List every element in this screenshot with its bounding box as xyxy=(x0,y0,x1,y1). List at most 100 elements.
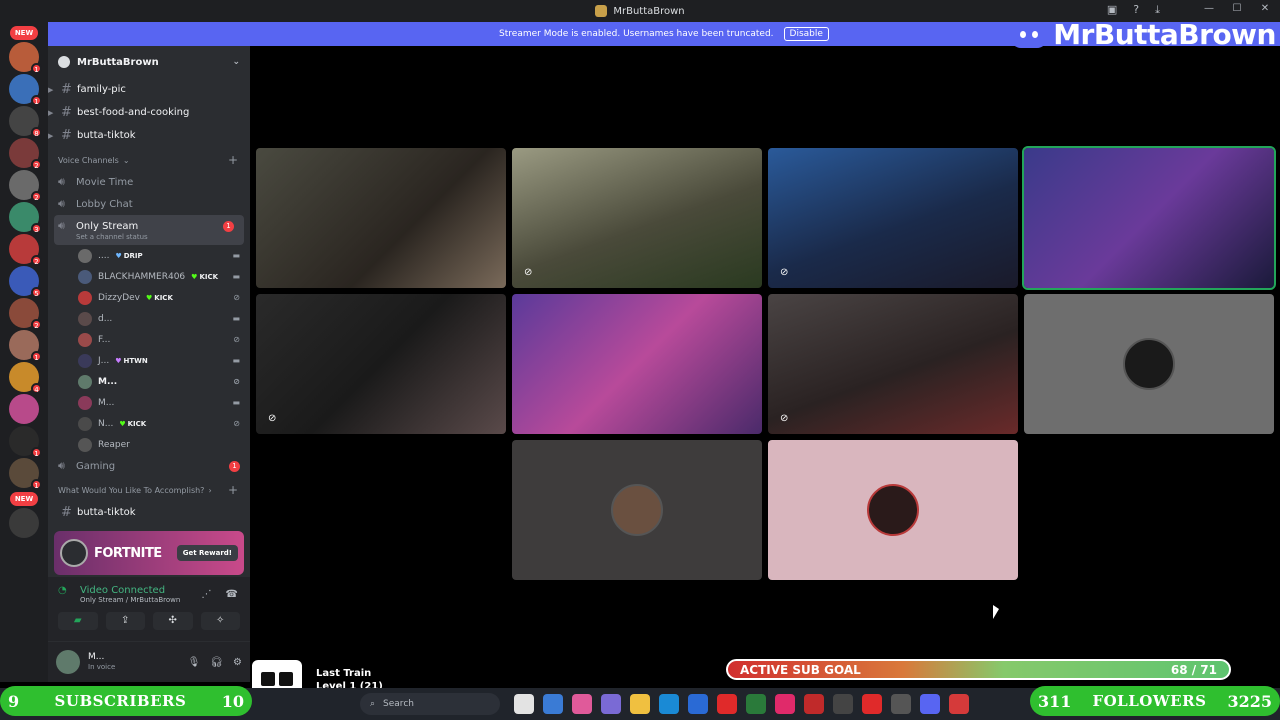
taskbar-app-icon[interactable] xyxy=(775,694,795,714)
camera-icon: ▬ xyxy=(232,272,240,281)
mention-badge: 1 xyxy=(223,220,234,232)
server-icon[interactable]: 4 xyxy=(9,362,42,394)
voice-user[interactable]: BLACKHAMMER406 ♥ KICK ▬ xyxy=(48,266,250,287)
video-tile[interactable]: ⊘ xyxy=(256,294,506,434)
guild-header[interactable]: MrButtaBrown ⌄ xyxy=(48,46,250,78)
download-icon[interactable]: ⤓ xyxy=(1155,3,1160,17)
video-tile[interactable]: ⊘ xyxy=(768,294,1018,434)
maximize-icon[interactable]: ☐ xyxy=(1230,3,1244,14)
disconnect-icon[interactable]: ☎︎ xyxy=(226,589,238,600)
video-tile[interactable] xyxy=(1022,146,1276,290)
taskbar-app-icon[interactable] xyxy=(630,694,650,714)
promo-title: FORTNITE xyxy=(94,545,162,561)
video-tile[interactable]: ⊘ xyxy=(768,148,1018,288)
video-tile[interactable] xyxy=(512,440,762,580)
channel-best-food-and-cooking[interactable]: ▶ # best-food-and-cooking xyxy=(48,101,250,124)
taskbar-app-icon[interactable] xyxy=(543,694,563,714)
voice-user[interactable]: d... ▬ xyxy=(48,308,250,329)
noise-suppression-icon[interactable]: ⋰ xyxy=(202,589,212,600)
camera-icon: ▬ xyxy=(232,398,240,407)
chevron-down-icon: ⌄ xyxy=(122,155,130,165)
taskbar-app-icon[interactable] xyxy=(804,694,824,714)
user-status-icons: ⊘ xyxy=(233,293,240,302)
voice-user[interactable]: M... ⊘ xyxy=(48,371,250,392)
avatar xyxy=(78,269,92,284)
signal-icon[interactable]: ◔ xyxy=(58,585,72,596)
server-icon[interactable] xyxy=(9,394,39,424)
server-icon[interactable]: 2 xyxy=(9,170,42,202)
voice-channel[interactable]: 🔊︎ Lobby Chat xyxy=(48,193,250,215)
server-icon[interactable]: 8 xyxy=(9,106,42,138)
taskbar-app-icon[interactable] xyxy=(920,694,940,714)
server-icon[interactable]: 2 xyxy=(9,138,42,170)
inbox-icon[interactable]: ▣ xyxy=(1107,3,1117,17)
taskbar-app-icon[interactable] xyxy=(891,694,911,714)
taskbar-app-icon[interactable] xyxy=(688,694,708,714)
server-icon[interactable]: 2 xyxy=(9,298,42,330)
video-tile[interactable] xyxy=(512,294,762,434)
user-status-icons: ⊘ xyxy=(233,419,240,428)
video-tile[interactable]: ⊘ xyxy=(512,148,762,288)
taskbar-app-icon[interactable] xyxy=(601,694,621,714)
headphones-icon[interactable]: 🎧︎ xyxy=(210,657,223,668)
avatar[interactable] xyxy=(56,650,80,674)
server-icon[interactable]: 1 xyxy=(9,458,42,490)
activities-button[interactable]: ✣ xyxy=(153,612,193,630)
voice-channel-only-stream[interactable]: 🔊︎ Only Stream 1 Set a channel status xyxy=(54,215,244,245)
server-icon[interactable] xyxy=(9,508,39,538)
server-icon[interactable]: 1 xyxy=(9,330,42,362)
camera-button[interactable]: ▰ xyxy=(58,612,98,630)
video-tile[interactable] xyxy=(1024,294,1274,434)
disable-streamer-mode-button[interactable]: Disable xyxy=(783,27,829,41)
taskbar-app-icon[interactable] xyxy=(862,694,882,714)
taskbar-search[interactable]: ⌕ Search xyxy=(360,693,500,715)
minimize-icon[interactable]: — xyxy=(1202,3,1216,14)
user-name[interactable]: M... xyxy=(88,652,104,662)
taskbar-app-icon[interactable] xyxy=(717,694,737,714)
voice-user[interactable]: N... ♥ KICK ⊘ xyxy=(48,413,250,434)
channel-butta-tiktok[interactable]: ▶ # butta-tiktok xyxy=(48,124,250,147)
voice-category[interactable]: Voice Channels ⌄ + xyxy=(48,149,250,171)
voice-channel-gaming[interactable]: 🔊︎ Gaming 1 xyxy=(48,455,250,477)
video-tile[interactable] xyxy=(256,148,506,288)
taskbar-app-icon[interactable] xyxy=(514,694,534,714)
server-icon[interactable]: 5 xyxy=(9,266,42,298)
taskbar-app-icon[interactable] xyxy=(949,694,969,714)
add-channel-icon[interactable]: + xyxy=(228,153,238,167)
accomplish-category[interactable]: What Would You Like To Accomplish? › + xyxy=(48,479,250,501)
voice-user[interactable]: F... ⊘ xyxy=(48,329,250,350)
taskbar-app-icon[interactable] xyxy=(572,694,592,714)
server-icon[interactable]: 1 xyxy=(9,42,42,74)
voice-user-name: BLACKHAMMER406 xyxy=(98,271,186,282)
add-channel-icon[interactable]: + xyxy=(228,483,238,497)
voice-user[interactable]: .... ♥ DRIP ▬ xyxy=(48,245,250,266)
voice-user[interactable]: DizzyDev ♥ KICK ⊘ xyxy=(48,287,250,308)
server-icon[interactable]: 3 xyxy=(9,202,42,234)
server-icon[interactable]: 1 xyxy=(9,74,42,106)
taskbar-app-icon[interactable] xyxy=(746,694,766,714)
help-icon[interactable]: ? xyxy=(1133,3,1139,17)
voice-channel[interactable]: 🔊︎ Movie Time xyxy=(48,171,250,193)
voice-user[interactable]: J... ♥ HTWN ▬ xyxy=(48,350,250,371)
channel-butta-tiktok-2[interactable]: # butta-tiktok xyxy=(48,501,250,524)
screen-share-button[interactable]: ⇪ xyxy=(105,612,145,630)
channel-family-pic[interactable]: ▶ # family-pic xyxy=(48,78,250,101)
voice-connection-panel: ◔ Video Connected Only Stream / MrButtaB… xyxy=(48,577,250,641)
taskbar-app-icon[interactable] xyxy=(833,694,853,714)
close-icon[interactable]: ✕ xyxy=(1258,3,1272,14)
voice-user[interactable]: M... ▬ xyxy=(48,392,250,413)
video-tile[interactable] xyxy=(768,440,1018,580)
gear-icon[interactable]: ⚙ xyxy=(233,657,242,668)
taskbar-app-icon[interactable] xyxy=(659,694,679,714)
server-icon[interactable]: 1 xyxy=(9,426,42,458)
promo-card[interactable]: FORTNITE Get Reward! xyxy=(54,531,244,575)
server-icon[interactable]: 2 xyxy=(9,234,42,266)
soundboard-button[interactable]: ✧ xyxy=(200,612,240,630)
voice-user[interactable]: Reaper xyxy=(48,434,250,455)
user-status-icons: ▬ xyxy=(232,251,240,260)
get-reward-button[interactable]: Get Reward! xyxy=(176,545,238,561)
muted-icon: ⊘ xyxy=(780,267,789,278)
microphone-icon[interactable]: 🎙︎ xyxy=(188,657,201,668)
chevron-down-icon[interactable]: ⌄ xyxy=(232,57,240,67)
channel-status[interactable]: Set a channel status xyxy=(58,233,244,241)
